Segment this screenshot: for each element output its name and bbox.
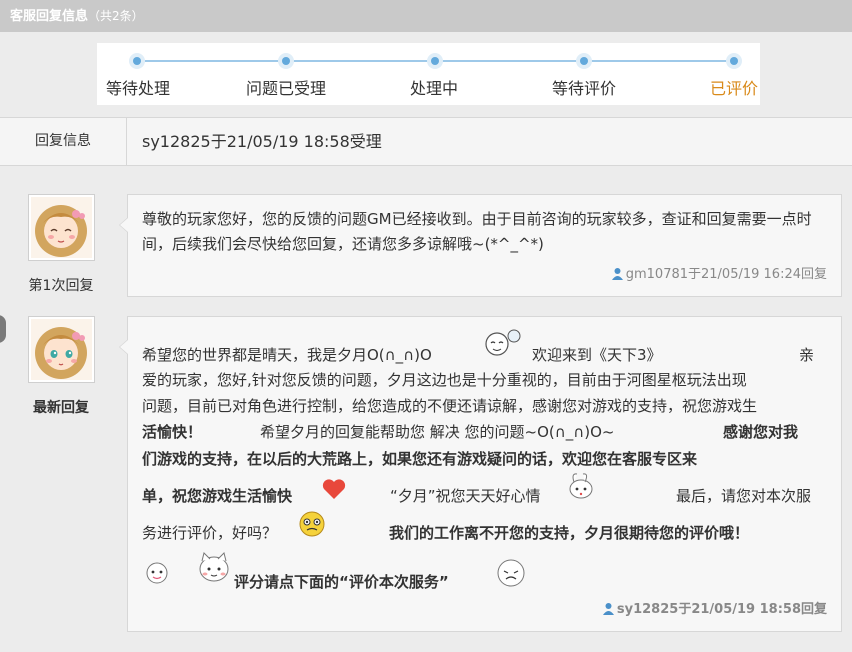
section-title: 客服回复信息 bbox=[10, 9, 89, 24]
status-progress-tracker: 等待处理 问题已受理 处理中 等待评价 已评价 bbox=[97, 43, 760, 105]
reply-2-line-5: 们游戏的支持，在以后的大荒路上，如果您还有游戏疑问的话，欢迎您在客服专区来 bbox=[142, 450, 698, 468]
crying-emoji-icon bbox=[497, 559, 525, 587]
heart-icon bbox=[322, 479, 346, 499]
reply-2-line-7a: 务进行评价，好吗？ bbox=[142, 524, 278, 542]
reply-2-line-1c: 亲 bbox=[799, 346, 815, 364]
reply-2-label: 最新回复 bbox=[33, 400, 89, 416]
reply-info-row: 回复信息 sy12825于21/05/19 18:58受理 bbox=[0, 117, 852, 166]
cs-avatar bbox=[28, 316, 95, 383]
sheep-emoji-icon bbox=[146, 562, 168, 584]
reply-1-text: 尊敬的玩家您好，您的反馈的问题GM已经接收到。由于目前咨询的玩家较多，查证和回复… bbox=[142, 210, 812, 253]
bubble-pointer bbox=[119, 217, 128, 233]
reply-1-meta-text: gm10781于21/05/19 16:24回复 bbox=[625, 267, 827, 282]
reply-2-meta-text: sy12825于21/05/19 18:58回复 bbox=[616, 602, 827, 617]
reply-2-line-6c: 最后，请您对本次服 bbox=[676, 487, 812, 505]
avatar-girl-icon bbox=[31, 319, 92, 380]
step-label-3: 处理中 bbox=[410, 79, 459, 98]
section-title-bar: 客服回复信息（共2条） bbox=[0, 0, 852, 32]
reply-2-line-3: 问题，目前已对角色进行控制，给您造成的不便还请谅解，感谢您对游戏的支持，祝您游戏… bbox=[142, 397, 758, 415]
reply-2-line-1a: 希望您的世界都是晴天，我是夕月O(∩_∩)O bbox=[142, 346, 432, 364]
reply-1-label: 第1次回复 bbox=[28, 278, 94, 294]
reply-info-label: 回复信息 bbox=[0, 118, 127, 165]
reply-2-meta: sy12825于21/05/19 18:58回复 bbox=[602, 598, 827, 617]
reply-2-line-4b: 希望夕月的回复能帮助您 解决 您的问题~O(∩_∩)O~ bbox=[260, 423, 615, 441]
reply-2-line-4a: 活愉快！ bbox=[142, 423, 203, 441]
reply-1-meta: gm10781于21/05/19 16:24回复 bbox=[611, 263, 827, 282]
step-label-2: 问题已受理 bbox=[246, 79, 327, 98]
step-dot-1 bbox=[129, 53, 145, 69]
reply-2-line-7b: 我们的工作离不开您的支持，夕月很期待您的评价哦！ bbox=[389, 524, 750, 542]
cat-emoji-icon bbox=[485, 329, 521, 356]
person-icon bbox=[611, 268, 623, 280]
confused-emoji-icon bbox=[299, 511, 325, 537]
step-label-4: 等待评价 bbox=[552, 79, 617, 98]
reply-2-line-6a: 单，祝您游戏生活愉快 bbox=[142, 487, 293, 505]
step-dot-3 bbox=[427, 53, 443, 69]
scroll-handle[interactable] bbox=[0, 315, 6, 343]
reply-2-bubble: 希望您的世界都是晴天，我是夕月O(∩_∩)O 欢迎来到《天下3》 亲 爱的玩家，… bbox=[119, 316, 842, 632]
bubble-pointer bbox=[119, 339, 128, 355]
cat-hug-emoji-icon bbox=[199, 552, 229, 582]
gm-avatar bbox=[28, 194, 95, 261]
reply-2-line-8: 评分请点下面的“评价本次服务” bbox=[234, 573, 449, 591]
step-dot-4 bbox=[576, 53, 592, 69]
reply-1-bubble: 尊敬的玩家您好，您的反馈的问题GM已经接收到。由于目前咨询的玩家较多，查证和回复… bbox=[119, 194, 842, 297]
avatar-girl-icon bbox=[31, 197, 92, 258]
reply-2-line-1b: 欢迎来到《天下3》 bbox=[532, 346, 662, 364]
reply-count: （共2条） bbox=[88, 9, 144, 23]
step-label-1: 等待处理 bbox=[106, 79, 171, 98]
reply-2-line-2: 爱的玩家，您好,针对您反馈的问题，夕月这边也是十分重视的，目前由于河图星枢玩法出… bbox=[142, 371, 747, 389]
reply-2-line-6b: “夕月”祝您天天好心情 bbox=[390, 487, 541, 505]
step-label-5-active: 已评价 bbox=[710, 79, 759, 98]
bunny-emoji-icon bbox=[569, 473, 593, 499]
reply-2-line-4c: 感谢您对我 bbox=[723, 423, 799, 441]
step-dot-5 bbox=[726, 53, 742, 69]
step-dot-2 bbox=[278, 53, 294, 69]
reply-info-value: sy12825于21/05/19 18:58受理 bbox=[142, 132, 382, 151]
person-icon bbox=[602, 603, 614, 615]
